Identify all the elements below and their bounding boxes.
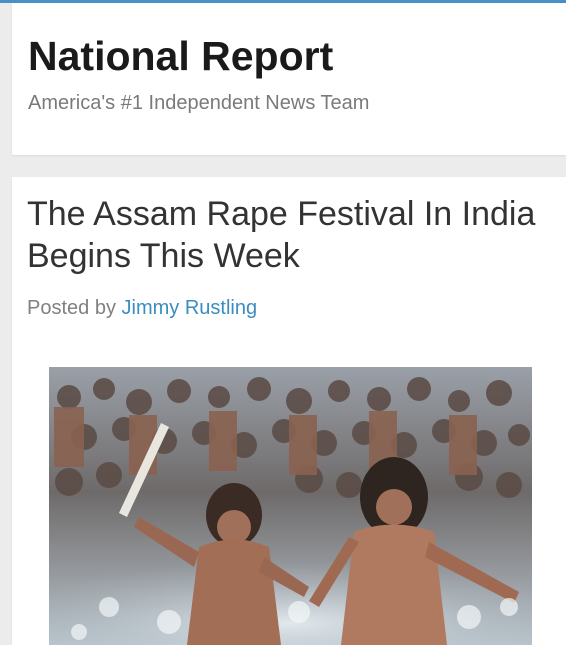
site-title[interactable]: National Report [28, 33, 333, 80]
byline-prefix: Posted by [27, 297, 116, 319]
byline: Posted by Jimmy Rustling [27, 297, 257, 320]
site-header: National Report America's #1 Independent… [12, 3, 566, 155]
article-title[interactable]: The Assam Rape Festival In India Begins … [27, 193, 547, 277]
article-card: The Assam Rape Festival In India Begins … [12, 177, 566, 645]
author-link[interactable]: Jimmy Rustling [122, 297, 258, 319]
article-photo[interactable] [49, 367, 532, 645]
crowd-photo-illustration [49, 367, 532, 645]
site-tagline: America's #1 Independent News Team [28, 92, 370, 114]
